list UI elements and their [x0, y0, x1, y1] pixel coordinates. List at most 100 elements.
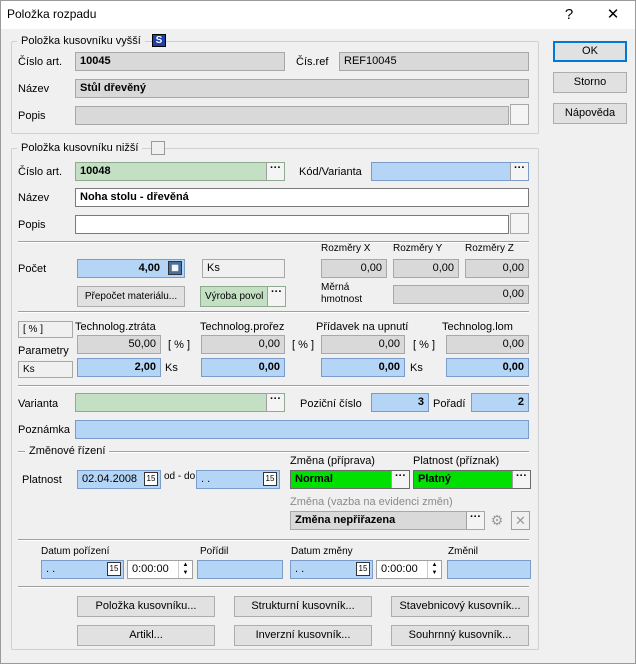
lower-popis-field[interactable] — [75, 215, 509, 234]
platnost-priz-label: Platnost (příznak) — [413, 455, 500, 467]
rozmery-x-field: 0,00 — [321, 259, 387, 278]
window-title: Položka rozpadu — [7, 7, 97, 21]
lom-label: Technolog.lom — [442, 321, 513, 333]
separator — [18, 385, 529, 387]
platnost-priz-field[interactable]: Platný ··· — [413, 470, 531, 489]
separator — [18, 586, 529, 588]
merna-field: 0,00 — [393, 285, 529, 304]
upper-popis-expand-button[interactable] — [510, 104, 529, 125]
lower-cislo-value: 10048 — [80, 165, 111, 177]
lower-item-legend: Položka kusovníku nižší — [17, 142, 143, 154]
napoveda-button[interactable]: Nápověda — [553, 103, 627, 124]
datum-zm-field[interactable]: . . 15 — [290, 560, 373, 579]
vyroba-lookup-button[interactable]: ··· — [267, 287, 285, 306]
zmena-label: Změna (příprava) — [290, 455, 375, 467]
vazba-label: Změna (vazba na evidenci změn) — [290, 496, 453, 508]
pridavek-ks-unit: Ks — [410, 362, 423, 374]
upper-popis-label: Popis — [18, 110, 46, 122]
ok-button[interactable]: OK — [553, 41, 627, 62]
separator — [18, 539, 529, 541]
upper-cisref-field: REF10045 — [339, 52, 529, 71]
close-button[interactable]: ✕ — [593, 1, 633, 29]
lower-kod-field[interactable]: ··· — [371, 162, 529, 181]
ztrata-ks-field[interactable]: 2,00 — [77, 358, 161, 377]
inverzni-kusovnik-button[interactable]: Inverzní kusovník... — [234, 625, 372, 646]
prepocet-button[interactable]: Přepočet materiálu... — [77, 286, 185, 307]
zmena-lookup-button[interactable]: ··· — [391, 471, 409, 488]
pridavek-label: Přídavek na upnutí — [316, 321, 409, 333]
vazba-field: Změna nepřiřazena ··· — [290, 511, 485, 530]
datum-por-field[interactable]: . . 15 — [41, 560, 124, 579]
pocet-label: Počet — [18, 263, 47, 275]
platnost-od-field[interactable]: 02.04.2008 15 — [77, 470, 161, 489]
storno-button[interactable]: Storno — [553, 72, 627, 93]
pridavek-ks-field[interactable]: 0,00 — [321, 358, 405, 377]
pozicni-field[interactable]: 3 — [371, 393, 429, 412]
ks-tag: Ks — [18, 361, 73, 378]
artikl-button[interactable]: Artikl... — [77, 625, 215, 646]
polozka-kusovniku-button[interactable]: Položka kusovníku... — [77, 596, 215, 617]
prorez-pct-unit: [ % ] — [292, 339, 315, 351]
prorez-ks-field[interactable]: 0,00 — [201, 358, 285, 377]
pocet-value: 4,00 — [138, 262, 160, 274]
poradi-field[interactable]: 2 — [471, 393, 529, 412]
pocet-field[interactable]: 4,00 ▦ — [77, 259, 185, 278]
poradi-label: Pořadí — [433, 398, 466, 410]
upper-nazev-field: Stůl dřevěný — [75, 79, 529, 98]
lower-popis-expand-button[interactable] — [510, 213, 529, 234]
separator — [18, 241, 529, 243]
pozicni-label: Poziční číslo — [300, 398, 362, 410]
calculator-icon[interactable]: ▦ — [168, 261, 182, 275]
varianta-field[interactable]: ··· — [75, 393, 285, 412]
lower-kod-lookup-button[interactable]: ··· — [510, 163, 528, 180]
calendar-icon[interactable]: 15 — [144, 472, 158, 486]
poznamka-field[interactable] — [75, 420, 529, 439]
upper-item-legend: Položka kusovníku vyšší — [17, 35, 145, 47]
vazba-value: Změna nepřiřazena — [295, 514, 396, 526]
vyroba-field[interactable]: Výroba povol ··· — [200, 286, 286, 307]
gear-icon[interactable]: ⚙ — [488, 512, 506, 530]
vazba-lookup-button[interactable]: ··· — [466, 512, 484, 529]
cas-zm-spinner[interactable]: ▲ ▼ — [427, 561, 441, 578]
separator — [18, 311, 529, 313]
help-button[interactable]: ? — [549, 1, 589, 29]
strukturni-kusovnik-button[interactable]: Strukturní kusovník... — [234, 596, 372, 617]
title-bar: Položka rozpadu ? ✕ — [1, 1, 635, 29]
upper-cislo-label: Číslo art. — [18, 56, 63, 68]
zmena-field[interactable]: Normal ··· — [290, 470, 410, 489]
lower-cislo-field[interactable]: 10048 ··· — [75, 162, 285, 181]
poridil-field — [197, 560, 283, 579]
upper-cisref-label: Čís.ref — [296, 56, 329, 68]
cas-por-spinner[interactable]: ▲ ▼ — [178, 561, 192, 578]
lower-item-checkbox[interactable] — [151, 141, 165, 155]
platnost-do-field[interactable]: . . 15 — [196, 470, 280, 489]
upper-popis-field — [75, 106, 509, 125]
lower-nazev-field[interactable]: Noha stolu - dřevěná — [75, 188, 529, 207]
prorez-label: Technolog.prořez — [200, 321, 285, 333]
prorez-pct-field: 0,00 — [201, 335, 285, 354]
clear-icon[interactable]: ✕ — [511, 511, 530, 530]
cas-por-field[interactable]: 0:00:00 ▲ ▼ — [127, 560, 193, 579]
stavebnicovy-kusovnik-button[interactable]: Stavebnicový kusovník... — [391, 596, 529, 617]
ztrata-ks-unit: Ks — [165, 362, 178, 374]
merna-label-2: hmotnost — [321, 294, 363, 305]
calendar-icon[interactable]: 15 — [356, 562, 370, 576]
lom-ks-field[interactable]: 0,00 — [446, 358, 529, 377]
od-do-label: od - do — [164, 471, 196, 482]
ztrata-pct-field: 50,00 — [77, 335, 161, 354]
cas-por-value: 0:00:00 — [132, 563, 169, 575]
poridil-label: Pořídil — [200, 546, 229, 557]
varianta-label: Varianta — [18, 398, 59, 410]
zmenil-field — [447, 560, 531, 579]
s-icon: S — [152, 34, 166, 47]
calendar-icon[interactable]: 15 — [263, 472, 277, 486]
cas-zm-field[interactable]: 0:00:00 ▲ ▼ — [376, 560, 442, 579]
lower-cislo-lookup-button[interactable]: ··· — [266, 163, 284, 180]
varianta-lookup-button[interactable]: ··· — [266, 394, 284, 411]
souhrnny-kusovnik-button[interactable]: Souhrnný kusovník... — [391, 625, 529, 646]
zmena-value: Normal — [295, 473, 333, 485]
platnost-priz-lookup-button[interactable]: ··· — [512, 471, 530, 488]
datum-por-value: . . — [46, 563, 56, 575]
lower-kod-label: Kód/Varianta — [299, 166, 362, 178]
calendar-icon[interactable]: 15 — [107, 562, 121, 576]
